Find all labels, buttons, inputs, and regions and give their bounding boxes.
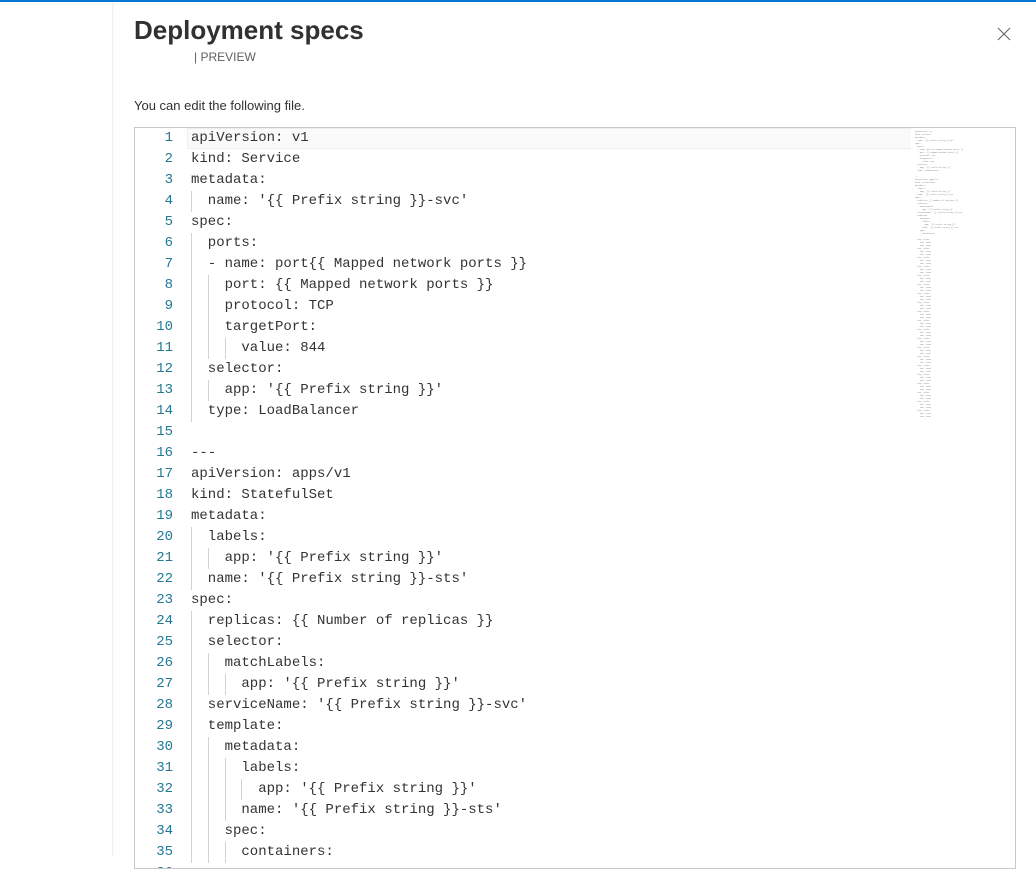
code-line[interactable]: kind: Service [187, 149, 1015, 170]
line-number: 21 [145, 548, 173, 569]
panel-subtext: You can edit the following file. [114, 66, 1036, 127]
code-line[interactable]: name: '{{ Prefix string }}-sts' [187, 569, 1015, 590]
code-area[interactable]: apiVersion: v1kind: Servicemetadata: nam… [187, 128, 1015, 868]
line-number: 31 [145, 758, 173, 779]
line-number: 14 [145, 401, 173, 422]
code-line[interactable]: spec: [187, 821, 1015, 842]
line-number: 22 [145, 569, 173, 590]
line-number: 16 [145, 443, 173, 464]
line-number: 26 [145, 653, 173, 674]
line-number: 13 [145, 380, 173, 401]
line-number: 17 [145, 464, 173, 485]
code-line[interactable]: protocol: TCP [187, 296, 1015, 317]
line-number: 5 [145, 212, 173, 233]
line-number: 12 [145, 359, 173, 380]
code-line[interactable]: labels: [187, 758, 1015, 779]
code-line[interactable]: type: LoadBalancer [187, 401, 1015, 422]
code-line[interactable]: containers: [187, 842, 1015, 863]
line-number: 8 [145, 275, 173, 296]
code-line[interactable]: selector: [187, 632, 1015, 653]
code-line[interactable]: metadata: [187, 737, 1015, 758]
code-line[interactable] [187, 863, 1015, 868]
line-number: 11 [145, 338, 173, 359]
line-number: 3 [145, 170, 173, 191]
code-line[interactable]: metadata: [187, 506, 1015, 527]
code-line[interactable]: name: '{{ Prefix string }}-svc' [187, 191, 1015, 212]
code-line[interactable] [187, 422, 1015, 443]
panel-header: Deployment specs | PREVIEW [114, 2, 1036, 66]
code-line[interactable]: value: 844 [187, 338, 1015, 359]
code-line[interactable]: serviceName: '{{ Prefix string }}-svc' [187, 695, 1015, 716]
line-number: 4 [145, 191, 173, 212]
code-line[interactable]: app: '{{ Prefix string }}' [187, 548, 1015, 569]
line-number: 28 [145, 695, 173, 716]
code-editor[interactable]: 1234567891011121314151617181920212223242… [134, 127, 1016, 869]
line-number: 18 [145, 485, 173, 506]
line-number: 19 [145, 506, 173, 527]
code-line[interactable]: ports: [187, 233, 1015, 254]
code-line[interactable]: --- [187, 443, 1015, 464]
code-line[interactable]: spec: [187, 590, 1015, 611]
line-number: 27 [145, 674, 173, 695]
line-number: 25 [145, 632, 173, 653]
line-number: 1 [145, 128, 173, 149]
code-line[interactable]: replicas: {{ Number of replicas }} [187, 611, 1015, 632]
code-line[interactable]: apiVersion: apps/v1 [187, 464, 1015, 485]
line-number: 34 [145, 821, 173, 842]
line-number: 36 [145, 863, 173, 868]
line-number: 23 [145, 590, 173, 611]
preview-tag: | PREVIEW [194, 50, 256, 64]
code-line[interactable]: - name: port{{ Mapped network ports }} [187, 254, 1015, 275]
line-number: 9 [145, 296, 173, 317]
code-line[interactable]: app: '{{ Prefix string }}' [187, 779, 1015, 800]
code-line[interactable]: template: [187, 716, 1015, 737]
line-number: 29 [145, 716, 173, 737]
code-line[interactable]: matchLabels: [187, 653, 1015, 674]
code-line[interactable]: name: '{{ Prefix string }}-sts' [187, 800, 1015, 821]
code-line[interactable]: targetPort: [187, 317, 1015, 338]
panel-title: Deployment specs [134, 16, 1016, 46]
line-number: 15 [145, 422, 173, 443]
code-line[interactable]: apiVersion: v1 [187, 128, 1015, 149]
code-line[interactable]: port: {{ Mapped network ports }} [187, 275, 1015, 296]
code-line[interactable]: selector: [187, 359, 1015, 380]
code-line[interactable]: metadata: [187, 170, 1015, 191]
line-number-gutter: 1234567891011121314151617181920212223242… [135, 128, 187, 868]
deployment-specs-panel: Deployment specs | PREVIEW You can edit … [114, 2, 1036, 856]
close-button[interactable] [992, 22, 1016, 46]
line-number: 2 [145, 149, 173, 170]
line-number: 6 [145, 233, 173, 254]
code-line[interactable]: spec: [187, 212, 1015, 233]
line-number: 33 [145, 800, 173, 821]
line-number: 24 [145, 611, 173, 632]
line-number: 35 [145, 842, 173, 863]
line-number: 32 [145, 779, 173, 800]
code-line[interactable]: app: '{{ Prefix string }}' [187, 380, 1015, 401]
line-number: 10 [145, 317, 173, 338]
line-number: 7 [145, 254, 173, 275]
code-line[interactable]: app: '{{ Prefix string }}' [187, 674, 1015, 695]
close-icon [997, 27, 1011, 41]
line-number: 30 [145, 737, 173, 758]
code-line[interactable]: labels: [187, 527, 1015, 548]
code-line[interactable]: kind: StatefulSet [187, 485, 1015, 506]
line-number: 20 [145, 527, 173, 548]
